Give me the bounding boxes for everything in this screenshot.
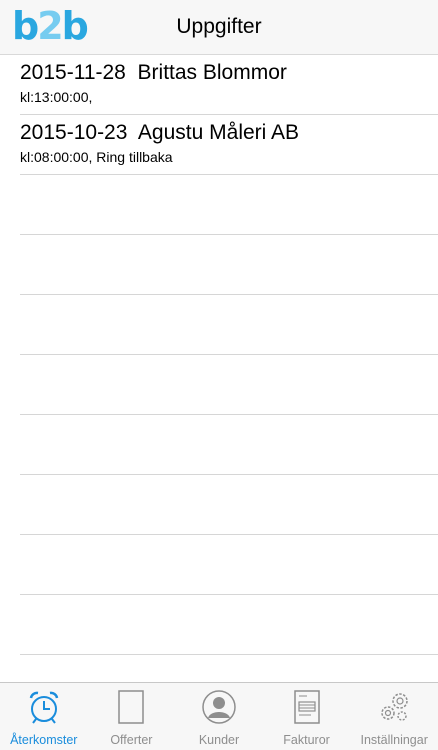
empty-row <box>20 295 438 355</box>
empty-row <box>20 595 438 655</box>
task-list: 2015-11-28 Brittas Blommor kl:13:00:00, … <box>0 55 438 682</box>
empty-row <box>20 235 438 295</box>
task-title: 2015-10-23 Agustu Måleri AB <box>20 121 300 144</box>
document-icon <box>118 690 145 724</box>
task-subtitle: kl:13:00:00, <box>20 89 93 105</box>
navigation-bar: b2b Uppgifter <box>0 0 438 55</box>
gears-icon <box>381 693 408 721</box>
tab-label: Återkomster <box>10 733 78 747</box>
task-title: 2015-11-28 Brittas Blommor <box>20 61 287 84</box>
list-item[interactable]: 2015-11-28 Brittas Blommor kl:13:00:00, <box>20 55 438 115</box>
list-item[interactable]: 2015-10-23 Agustu Måleri AB kl:08:00:00,… <box>20 115 438 175</box>
empty-row <box>20 175 438 235</box>
empty-row <box>20 655 438 682</box>
empty-row <box>20 535 438 595</box>
person-icon <box>202 690 236 724</box>
tab-label: Offerter <box>110 733 153 747</box>
tab-installningar[interactable]: Inställningar <box>350 683 438 750</box>
page-title: Uppgifter <box>176 15 262 38</box>
task-subtitle: kl:08:00:00, Ring tillbaka <box>20 149 173 165</box>
invoice-icon <box>293 690 320 724</box>
empty-row <box>20 415 438 475</box>
tab-bar: Återkomster Offerter Kunder Fakturor Ins… <box>0 682 438 750</box>
tab-fakturor[interactable]: Fakturor <box>263 683 351 750</box>
alarm-clock-icon <box>29 691 59 724</box>
tab-label: Fakturor <box>283 733 330 747</box>
tab-aterkomster[interactable]: Återkomster <box>0 683 88 750</box>
tab-label: Inställningar <box>360 733 428 747</box>
empty-row <box>20 475 438 535</box>
empty-row <box>20 355 438 415</box>
tab-kunder[interactable]: Kunder <box>175 683 263 750</box>
tab-offerter[interactable]: Offerter <box>88 683 176 750</box>
tab-label: Kunder <box>198 733 240 747</box>
